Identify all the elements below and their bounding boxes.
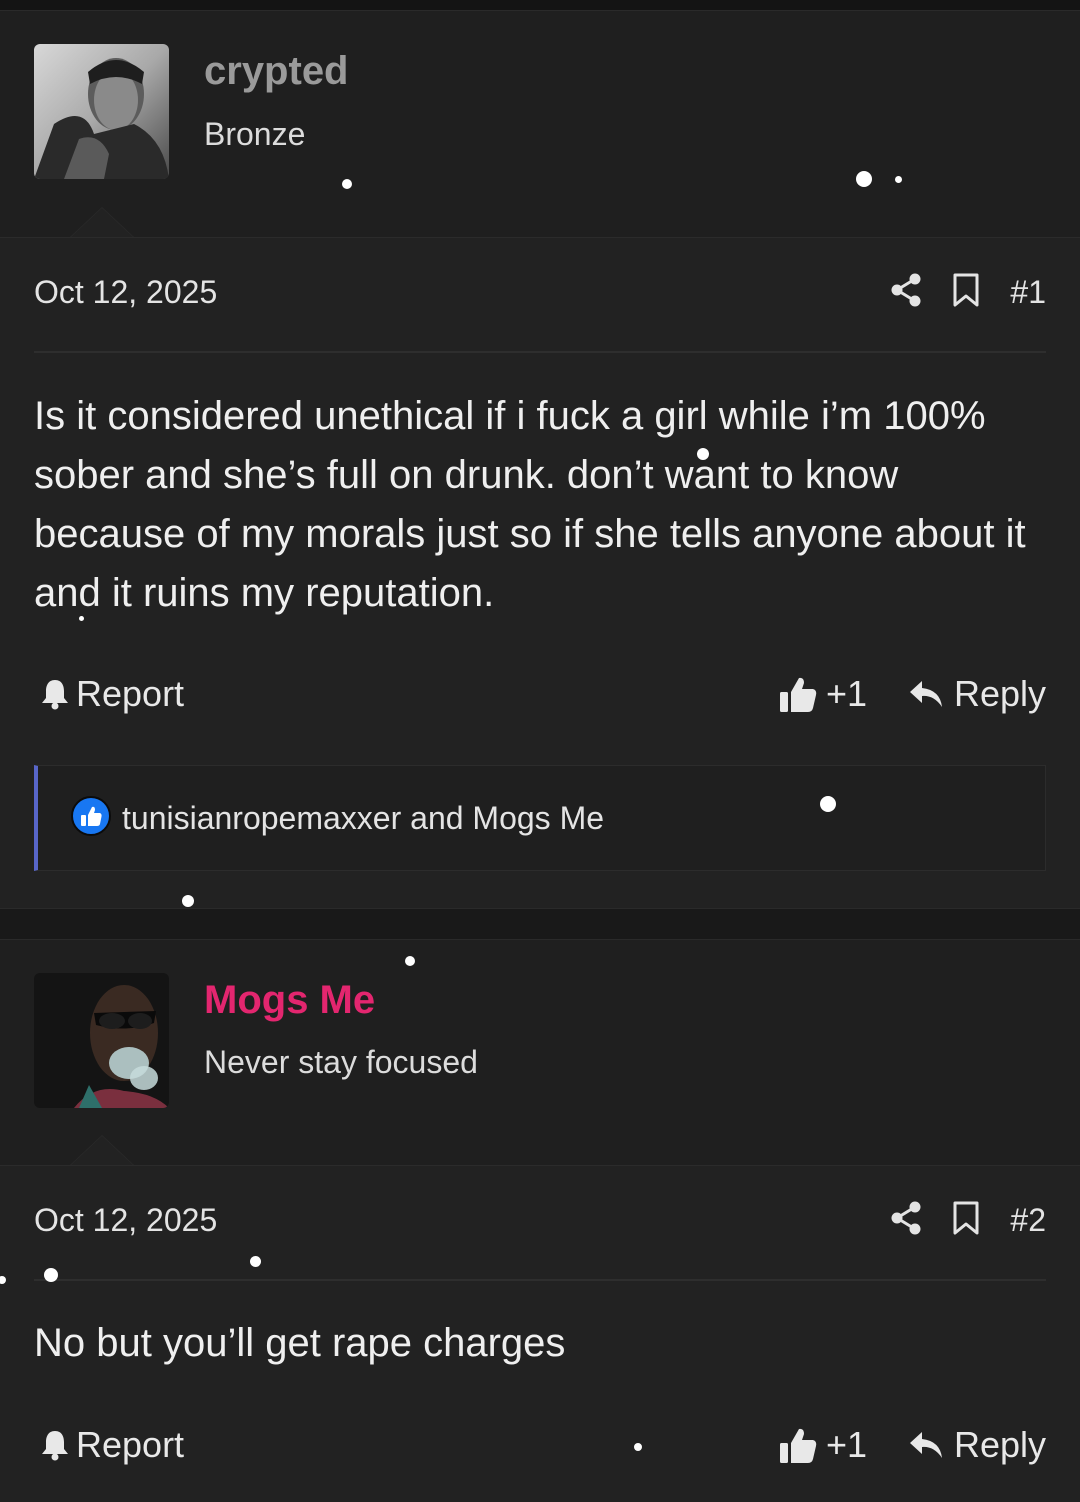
snow-particle: [405, 956, 415, 966]
post-1-avatar[interactable]: [34, 44, 169, 179]
post-1-tools: #1: [890, 272, 1046, 312]
reactions-text: tunisianropemaxxer and Mogs Me: [122, 799, 605, 836]
post-2-user-title: Never stay focused: [204, 1044, 478, 1080]
post-2-avatar[interactable]: [34, 973, 169, 1108]
snow-particle: [44, 1268, 58, 1282]
bell-icon: [42, 680, 68, 710]
post-1-username[interactable]: crypted: [204, 49, 349, 94]
reply-arrow-icon: [909, 681, 942, 707]
share-icon[interactable]: [890, 273, 922, 312]
snow-particle: [79, 616, 84, 621]
post-2-tools: #2: [890, 1200, 1046, 1240]
reply-label: Reply: [953, 673, 1046, 714]
page-top-edge: [0, 0, 1080, 11]
post-1-report-button[interactable]: Report: [40, 669, 184, 719]
bell-icon: [42, 1431, 68, 1461]
post-1-arrow-tip: [70, 207, 134, 237]
avatar-image-crypted: [34, 44, 169, 179]
snow-particle: [250, 1256, 261, 1267]
post-1-number[interactable]: #1: [1010, 274, 1046, 311]
post-2-date[interactable]: Oct 12, 2025: [34, 1202, 217, 1239]
post-2-reply-button[interactable]: Reply: [908, 1420, 1046, 1470]
reply-label: Reply: [953, 1424, 1046, 1465]
like-count: +1: [826, 1424, 868, 1465]
snow-particle: [634, 1443, 642, 1451]
post-separator: [0, 908, 1080, 940]
share-icon[interactable]: [890, 1201, 922, 1240]
bookmark-icon[interactable]: [952, 1201, 980, 1240]
post-2-username[interactable]: Mogs Me: [204, 978, 375, 1023]
post-1-message: Is it considered unethical if i fuck a g…: [34, 394, 1026, 615]
post-2-arrow-tip: [70, 1135, 134, 1165]
like-reaction-icon: [70, 795, 112, 842]
bookmark-icon[interactable]: [952, 273, 980, 312]
post-1-user-header: crypted Bronze: [0, 11, 1080, 237]
report-label: Report: [76, 673, 185, 714]
post-1-reply-button[interactable]: Reply: [908, 669, 1046, 719]
snow-particle: [342, 179, 352, 189]
avatar-image-mogs-me: [34, 973, 169, 1108]
snow-particle: [182, 895, 194, 907]
post-1-user-title: Bronze: [204, 116, 306, 152]
snow-particle: [697, 448, 709, 460]
post-1-body: Oct 12, 2025 #1 Is it considered unethic…: [0, 237, 1080, 908]
post-2-number[interactable]: #2: [1010, 1202, 1046, 1239]
thumbs-up-icon: [780, 1428, 817, 1463]
post-2-divider: [34, 1279, 1046, 1281]
report-label: Report: [76, 1424, 185, 1465]
reply-arrow-icon: [909, 1432, 942, 1458]
thumbs-up-icon: [780, 677, 817, 712]
like-count: +1: [826, 673, 868, 714]
post-1-like-button[interactable]: +1: [778, 669, 867, 719]
snow-particle: [820, 796, 836, 812]
post-1-reactions-bar[interactable]: tunisianropemaxxer and Mogs Me: [34, 765, 1046, 871]
post-1-date[interactable]: Oct 12, 2025: [34, 274, 217, 311]
post-1-actions: Report +1 Reply: [34, 669, 1046, 719]
post-2-message: No but you’ll get rape charges: [34, 1321, 566, 1365]
post-2-user-header: Mogs Me Never stay focused: [0, 940, 1080, 1166]
post-1-divider: [34, 351, 1046, 353]
snow-particle: [856, 171, 872, 187]
post-2-like-button[interactable]: +1: [778, 1420, 867, 1470]
snow-particle: [895, 176, 902, 183]
post-2-body: Oct 12, 2025 #2 No but you’ll get rape c…: [0, 1165, 1080, 1502]
post-2-report-button[interactable]: Report: [40, 1420, 184, 1470]
post-2-actions: Report +1 Reply: [34, 1420, 1046, 1470]
